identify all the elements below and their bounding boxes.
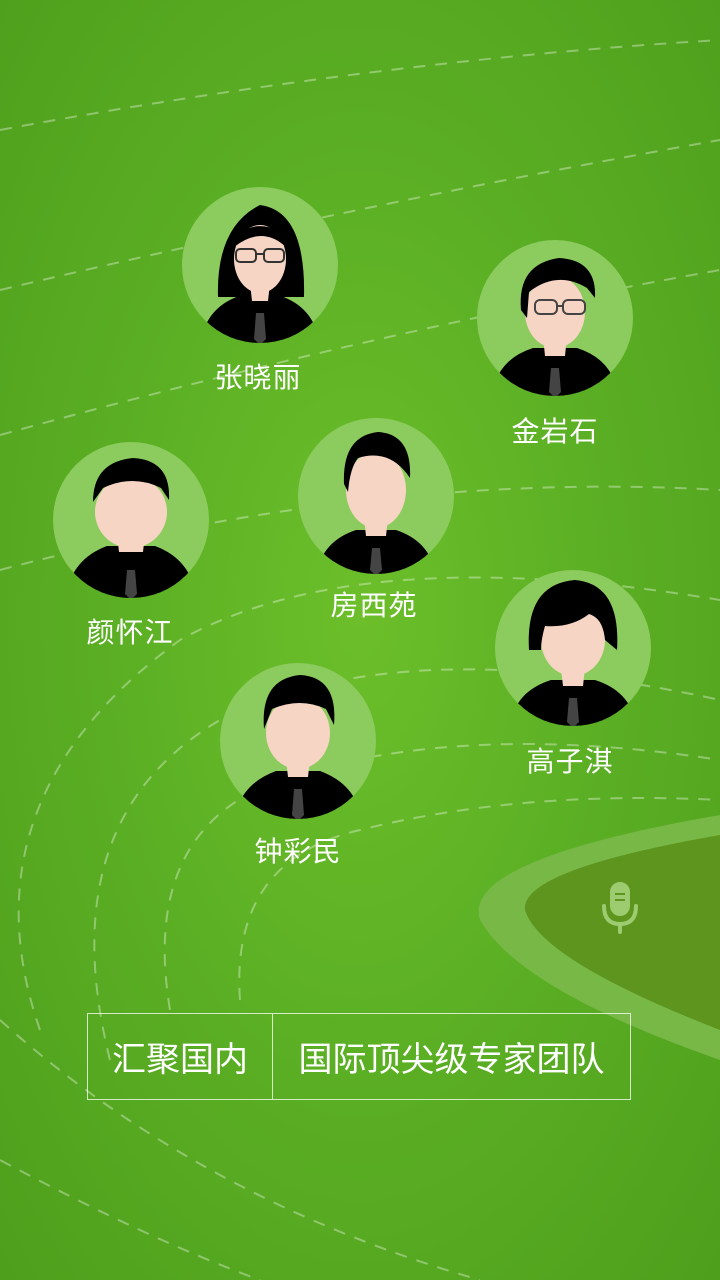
- expert-avatar-jin-yanshi[interactable]: [477, 240, 633, 396]
- expert-avatar-zhang-xiaoli[interactable]: [182, 187, 338, 343]
- male-portrait-icon: [316, 432, 436, 574]
- slogan-banner: 汇聚国内 国际顶尖级专家团队: [87, 1013, 631, 1100]
- expert-name-yan-huaijiang: 颜怀江: [86, 616, 174, 649]
- expert-name-fang-xiyuan: 房西苑: [330, 589, 418, 622]
- male-glasses-portrait-icon: [491, 258, 619, 396]
- male-portrait-icon: [65, 458, 197, 598]
- slogan-right-text: 国际顶尖级专家团队: [298, 1040, 605, 1080]
- male-portrait-icon: [234, 675, 362, 819]
- microphone-icon[interactable]: [600, 880, 640, 936]
- expert-avatar-zhong-caimin[interactable]: [220, 663, 376, 819]
- expert-name-jin-yanshi: 金岩石: [511, 415, 599, 448]
- slogan-left-text: 汇聚国内: [88, 1014, 273, 1099]
- expert-avatar-fang-xiyuan[interactable]: [298, 418, 454, 574]
- female-glasses-portrait-icon: [200, 205, 320, 343]
- expert-avatar-yan-huaijiang[interactable]: [53, 442, 209, 598]
- expert-name-zhang-xiaoli: 张晓丽: [214, 361, 302, 394]
- bob-hair-portrait-icon: [509, 580, 637, 726]
- expert-name-zhong-caimin: 钟彩民: [254, 835, 342, 868]
- expert-name-gao-ziqi: 高子淇: [526, 745, 614, 778]
- expert-avatar-gao-ziqi[interactable]: [495, 570, 651, 726]
